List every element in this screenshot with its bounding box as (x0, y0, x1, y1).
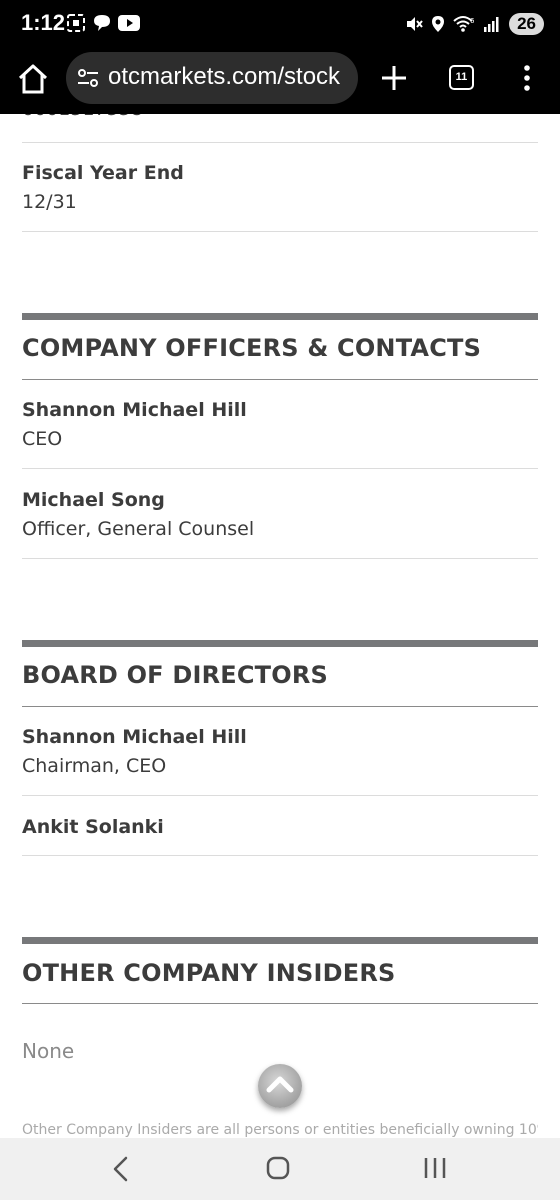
browser-toolbar: otcmarkets.com/stock 11 (0, 50, 560, 114)
insiders-footnote: Other Company Insiders are all persons o… (22, 1122, 538, 1138)
officer-name: Michael Song (22, 489, 165, 511)
section-bar (22, 313, 538, 320)
officer-name: Shannon Michael Hill (22, 399, 247, 421)
url-bar[interactable]: otcmarkets.com/stock (66, 52, 358, 104)
divider (22, 795, 538, 796)
url-text[interactable]: otcmarkets.com/stock (108, 63, 340, 91)
overflow-menu-icon[interactable] (516, 64, 538, 92)
new-tab-icon[interactable] (378, 62, 410, 94)
fiscal-year-end-label: Fiscal Year End (22, 162, 184, 184)
director-name: Ankit Solanki (22, 816, 164, 838)
wifi-icon: 6 (453, 16, 475, 32)
chat-icon (94, 15, 110, 31)
home-nav-icon[interactable] (266, 1156, 290, 1180)
status-bar: 1:12 6 26 (0, 0, 560, 50)
site-settings-icon[interactable] (76, 66, 100, 90)
back-icon[interactable] (110, 1155, 132, 1183)
divider (22, 468, 538, 469)
director-title: Chairman, CEO (22, 755, 167, 777)
insiders-heading: OTHER COMPANY INSIDERS (22, 959, 396, 987)
svg-text:6: 6 (470, 17, 475, 25)
home-icon[interactable] (16, 62, 50, 96)
status-right-icons: 6 26 (405, 13, 544, 35)
officer-title: Officer, General Counsel (22, 518, 255, 540)
system-nav-bar (0, 1138, 560, 1200)
divider (22, 231, 538, 232)
divider (22, 706, 538, 707)
location-icon (432, 16, 445, 32)
divider (22, 379, 538, 380)
fiscal-year-end-value: 12/31 (22, 191, 77, 213)
top-bar: 1:12 6 26 otcmarkets.com/stock 11 (0, 0, 560, 114)
officers-heading: COMPANY OFFICERS & CONTACTS (22, 334, 482, 362)
officer-title: CEO (22, 428, 63, 450)
divider (22, 558, 538, 559)
youtube-icon (118, 15, 140, 31)
mute-icon (407, 17, 423, 31)
signal-icon (484, 17, 499, 32)
board-heading: BOARD OF DIRECTORS (22, 661, 329, 689)
section-bar (22, 937, 538, 944)
scroll-to-top-button[interactable] (258, 1064, 302, 1108)
status-left-icons (66, 13, 140, 33)
battery-indicator: 26 (509, 13, 544, 35)
divider (22, 142, 538, 143)
screenshot-icon (67, 14, 85, 32)
insiders-value: None (22, 1039, 75, 1063)
divider (22, 1003, 538, 1004)
section-bar (22, 640, 538, 647)
chevron-up-icon (266, 1076, 294, 1093)
status-time: 1:12 (21, 10, 66, 35)
director-name: Shannon Michael Hill (22, 726, 247, 748)
divider (22, 855, 538, 856)
recents-icon[interactable] (422, 1156, 448, 1180)
tab-switcher-button[interactable]: 11 (449, 65, 474, 90)
